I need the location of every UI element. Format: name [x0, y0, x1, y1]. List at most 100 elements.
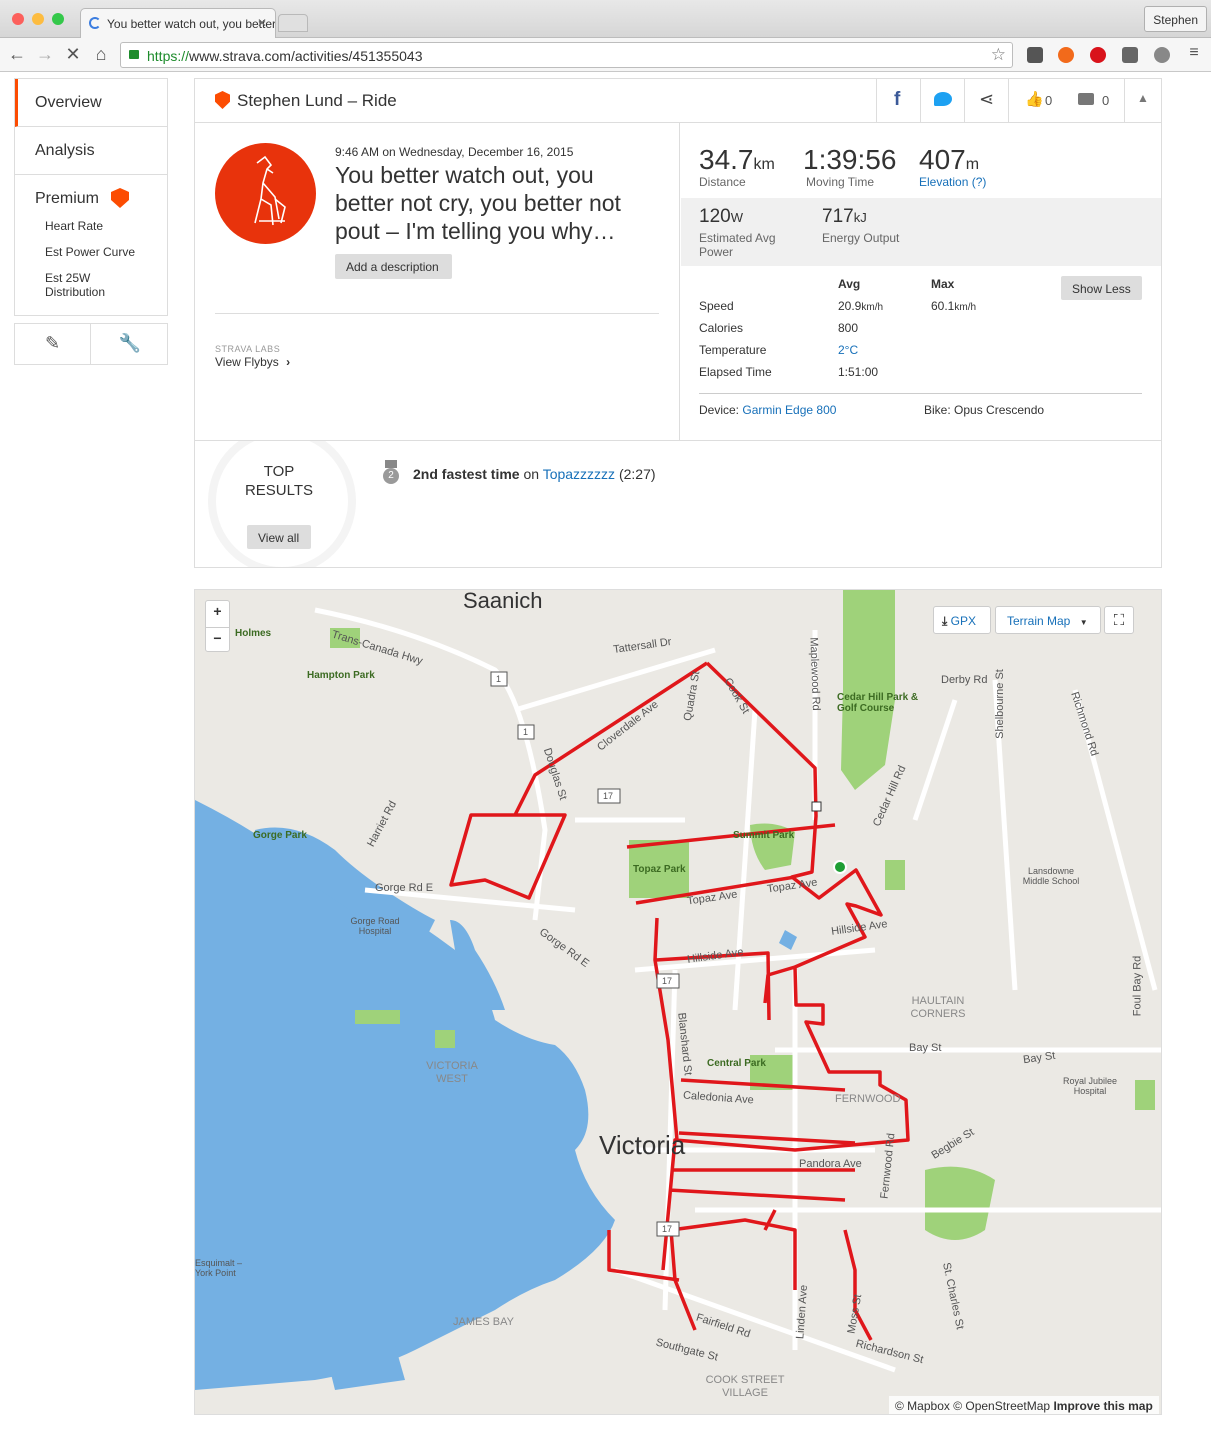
map-attribution: © Mapbox © OpenStreetMap Improve this ma…: [889, 1396, 1159, 1414]
sidebar-sub-25w-distribution[interactable]: Est 25W Distribution: [15, 271, 145, 299]
giraffe-avatar-icon: [254, 155, 286, 226]
sidebar-sub-power-curve[interactable]: Est Power Curve: [15, 245, 135, 259]
improve-map-link[interactable]: Improve this map: [1053, 1399, 1152, 1413]
view-flybys-link[interactable]: View Flybys ›: [215, 355, 290, 369]
flame-extension-icon[interactable]: [1058, 47, 1074, 63]
segment-link[interactable]: Topazzzzzz: [543, 466, 615, 482]
activity-date: 9:46 AM on Wednesday, December 16, 2015: [335, 145, 574, 159]
facebook-icon: f: [894, 89, 901, 110]
menu-icon[interactable]: ≡: [1183, 44, 1205, 62]
power-label: Estimated Avg Power: [699, 231, 776, 259]
tab-title: You better watch out, you better not cry…: [107, 17, 276, 31]
moving-time-label: Moving Time: [806, 175, 875, 189]
chevron-up-icon: ▲: [1137, 91, 1149, 105]
activity-title: You better watch out, you better not cry…: [335, 162, 621, 244]
fullscreen-button[interactable]: ⛶: [1104, 606, 1134, 634]
speed-max: 60.1km/h: [931, 299, 977, 313]
share-button[interactable]: ⋖: [964, 79, 1008, 122]
premium-shield-icon: [111, 188, 129, 208]
adblock-icon[interactable]: [1090, 47, 1106, 63]
stop-icon[interactable]: ✕: [62, 44, 84, 65]
sidebar-item-premium[interactable]: Premium Heart Rate Est Power Curve Est 2…: [15, 175, 167, 315]
browser-tab[interactable]: You better watch out, you better not cry…: [80, 8, 276, 38]
zoom-out-button[interactable]: −: [206, 627, 229, 646]
address-bar[interactable]: https://www.strava.com/activities/451355…: [120, 42, 1013, 68]
zoom-in-button[interactable]: +: [206, 603, 229, 619]
sidebar-item-overview[interactable]: Overview: [15, 79, 167, 127]
gpx-download-button[interactable]: ⤓ GPX: [933, 606, 991, 634]
temperature-label: Temperature: [699, 343, 767, 357]
comment-button[interactable]: 0: [1062, 79, 1124, 122]
avatar[interactable]: [215, 143, 316, 244]
device-link[interactable]: Garmin Edge 800: [742, 403, 836, 417]
activity-stats: 34.7km Distance 1:39:56 Moving Time 407m…: [681, 123, 1161, 440]
activity-panel: Stephen Lund – Ride f ⋖ 👍 0 0 ▲ 9:46 AM …: [194, 78, 1162, 568]
silver-medal-icon: 2: [383, 460, 399, 484]
hwy-17-label: 17: [662, 1224, 673, 1234]
chevron-down-icon: ▼: [1079, 618, 1088, 627]
forward-icon[interactable]: →: [34, 44, 56, 65]
map-label-topaz-park: Topaz Park: [633, 864, 686, 875]
device-info: Device: Garmin Edge 800: [699, 403, 837, 417]
map-label-bay-st: Bay St: [909, 1042, 942, 1054]
athlete-title: Stephen Lund – Ride: [237, 91, 397, 110]
collapse-button[interactable]: ▲: [1124, 79, 1161, 122]
result-time: (2:27): [618, 466, 656, 482]
route-map[interactable]: 1 1 17 17 17 Saanich Victoria VICTORIA W…: [194, 589, 1162, 1415]
show-less-button[interactable]: Show Less: [1061, 276, 1142, 300]
back-icon[interactable]: ←: [6, 44, 28, 65]
close-window-button[interactable]: [12, 13, 24, 25]
kudos-count: 0: [1045, 93, 1053, 108]
energy-label: Energy Output: [822, 231, 900, 245]
minimize-window-button[interactable]: [32, 13, 44, 25]
share-icon: ⋖: [979, 89, 995, 109]
elevation-help-link[interactable]: Elevation (?): [919, 175, 986, 189]
browser-tab-bar: You better watch out, you better not cry…: [0, 0, 1211, 38]
close-tab-icon[interactable]: ✕: [257, 16, 267, 30]
max-header: Max: [931, 277, 955, 291]
edit-pencil-icon[interactable]: ✎: [15, 324, 91, 364]
gpx-label: GPX: [950, 614, 976, 628]
profile-button[interactable]: Stephen: [1144, 6, 1207, 32]
map-label-derby: Derby Rd: [941, 674, 988, 686]
bookmark-star-icon[interactable]: ☆: [991, 45, 1006, 65]
activity-summary: 9:46 AM on Wednesday, December 16, 2015 …: [195, 123, 680, 440]
lock-icon: [129, 50, 139, 59]
add-description-button[interactable]: Add a description: [335, 254, 452, 279]
map-label-cook-street-village: COOK STREET VILLAGE: [705, 1374, 785, 1399]
sidebar-sub-heart-rate[interactable]: Heart Rate: [15, 219, 103, 233]
zoom-window-button[interactable]: [52, 13, 64, 25]
map-label-gorge-park: Gorge Park: [253, 830, 307, 841]
temperature-avg[interactable]: 2°C: [838, 343, 858, 357]
map-label-saanich: Saanich: [463, 589, 543, 613]
zoom-control: + −: [205, 600, 230, 652]
map-label-summit-park: Summit Park: [733, 830, 795, 841]
kudos-button[interactable]: 👍 0: [1008, 79, 1062, 122]
new-tab-button[interactable]: [278, 14, 308, 32]
map-type-select[interactable]: Terrain Map ▼: [995, 606, 1101, 634]
fullscreen-icon: ⛶: [1113, 612, 1125, 629]
hwy-1-label: 1: [523, 727, 529, 737]
sidebar-item-analysis[interactable]: Analysis: [15, 127, 167, 175]
top-results: TOP RESULTS View all 2 2nd fastest time …: [195, 440, 1161, 567]
activity-header: Stephen Lund – Ride f ⋖ 👍 0 0 ▲: [195, 79, 1161, 123]
puzzle-extension-icon[interactable]: [1122, 47, 1138, 63]
map-label-hampton-park: Hampton Park: [307, 670, 375, 681]
top-results-title: TOP RESULTS: [244, 463, 314, 499]
thumbs-up-icon: 👍: [1025, 91, 1044, 108]
view-all-button[interactable]: View all: [247, 525, 311, 549]
extension-icon[interactable]: [1027, 47, 1043, 63]
map-label-esquimalt: Esquimalt – York Point: [195, 1258, 243, 1278]
map-label-fernwood: FERNWOOD: [835, 1093, 901, 1105]
map-label-foul-bay: Foul Bay Rd: [1131, 955, 1144, 1017]
settings-extension-icon[interactable]: [1154, 47, 1170, 63]
distance-label: Distance: [699, 175, 746, 189]
map-label-james-bay: JAMES BAY: [453, 1316, 514, 1328]
hwy-17-label: 17: [603, 791, 614, 801]
wrench-icon[interactable]: 🔧: [92, 324, 168, 364]
home-icon[interactable]: ⌂: [90, 44, 112, 65]
calories-label: Calories: [699, 321, 744, 335]
map-label-victoria: Victoria: [599, 1130, 686, 1160]
facebook-share-button[interactable]: f: [876, 79, 920, 122]
twitter-share-button[interactable]: [920, 79, 964, 122]
